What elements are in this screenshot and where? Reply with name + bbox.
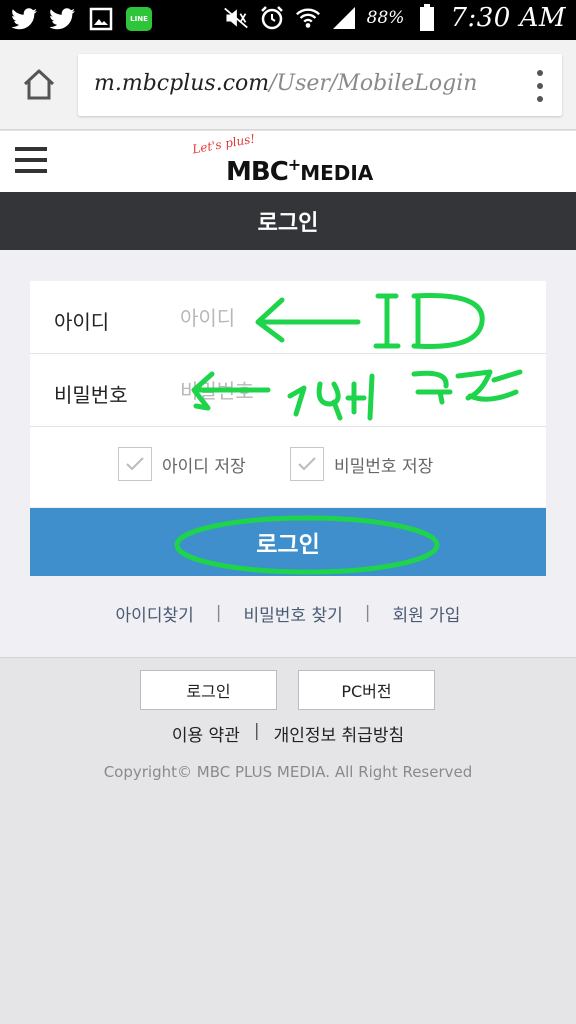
check-icon xyxy=(298,457,316,471)
save-password-label: 비밀번호 저장 xyxy=(334,456,434,477)
system-icons: 88% 7:30 AM xyxy=(223,3,566,33)
logo-tagline: Let's plus! xyxy=(191,131,257,157)
terms-link[interactable]: 이용 약관 xyxy=(172,721,240,746)
password-row: 비밀번호 xyxy=(30,354,546,427)
clock: 7:30 AM xyxy=(450,3,566,33)
copyright-text: Copyright© MBC PLUS MEDIA. All Right Res… xyxy=(103,763,473,781)
url-text[interactable]: m.mbcplus.com/User/MobileLogin xyxy=(94,71,477,96)
password-input[interactable] xyxy=(180,372,520,410)
login-form: 아이디 비밀번호 아이디 저장 비밀번호 저장 xyxy=(30,281,546,507)
save-options: 아이디 저장 비밀번호 저장 xyxy=(30,427,546,507)
find-password-link[interactable]: 비밀번호 찾기 xyxy=(243,601,342,626)
id-row: 아이디 xyxy=(30,281,546,354)
status-bar: LINE 88% 7:30 AM xyxy=(0,0,576,40)
find-id-link[interactable]: 아이디찾기 xyxy=(116,601,194,626)
browser-toolbar: m.mbcplus.com/User/MobileLogin xyxy=(0,40,576,130)
password-label: 비밀번호 xyxy=(54,383,128,407)
save-id-checkbox[interactable] xyxy=(118,447,152,481)
url-host: m.mbcplus.com xyxy=(94,71,270,96)
save-id-label: 아이디 저장 xyxy=(162,456,246,477)
save-password-option[interactable]: 비밀번호 저장 xyxy=(290,447,433,481)
save-id-option[interactable]: 아이디 저장 xyxy=(118,447,246,481)
hamburger-menu-icon[interactable] xyxy=(15,147,47,173)
signup-link[interactable]: 회원 가입 xyxy=(392,601,460,626)
footer-separator: | xyxy=(253,721,260,741)
line-app-icon: LINE xyxy=(126,6,152,32)
logo-wordmark: MBC+MEDIA xyxy=(226,155,374,187)
battery-icon xyxy=(414,4,440,31)
twitter-icon xyxy=(12,6,38,32)
account-links: 아이디찾기 | 비밀번호 찾기 | 회원 가입 xyxy=(0,598,576,628)
wifi-icon xyxy=(295,5,321,31)
twitter-icon xyxy=(50,6,76,32)
login-section: 아이디 비밀번호 아이디 저장 비밀번호 저장 로그인 아이디찾기 | xyxy=(0,250,576,658)
privacy-link[interactable]: 개인정보 취급방침 xyxy=(274,721,405,746)
pc-version-button[interactable]: PC버전 xyxy=(298,670,435,710)
id-input[interactable] xyxy=(180,299,520,337)
url-path: /User/MobileLogin xyxy=(269,71,478,96)
gallery-icon xyxy=(88,6,114,32)
site-logo[interactable]: Let's plus! MBC+MEDIA xyxy=(191,131,392,187)
overflow-menu-icon[interactable] xyxy=(534,70,546,102)
home-icon[interactable] xyxy=(20,66,58,104)
footer-links: 이용 약관 | 개인정보 취급방침 xyxy=(0,721,576,746)
link-separator: | xyxy=(364,603,371,623)
url-bar[interactable]: m.mbcplus.com/User/MobileLogin xyxy=(78,54,562,116)
site-header: Let's plus! MBC+MEDIA xyxy=(0,131,576,192)
page-title: 로그인 xyxy=(0,192,576,250)
id-label: 아이디 xyxy=(54,310,110,334)
mute-icon xyxy=(223,5,249,31)
notification-icons: LINE xyxy=(12,6,152,32)
battery-percent: 88% xyxy=(366,8,405,28)
signal-icon xyxy=(331,5,357,31)
footer: 로그인 PC버전 이용 약관 | 개인정보 취급방침 Copyright© MB… xyxy=(0,659,576,1024)
login-button[interactable]: 로그인 xyxy=(30,508,546,576)
check-icon xyxy=(126,457,144,471)
alarm-icon xyxy=(259,5,285,31)
save-password-checkbox[interactable] xyxy=(290,447,324,481)
footer-login-button[interactable]: 로그인 xyxy=(140,670,277,710)
link-separator: | xyxy=(215,603,222,623)
